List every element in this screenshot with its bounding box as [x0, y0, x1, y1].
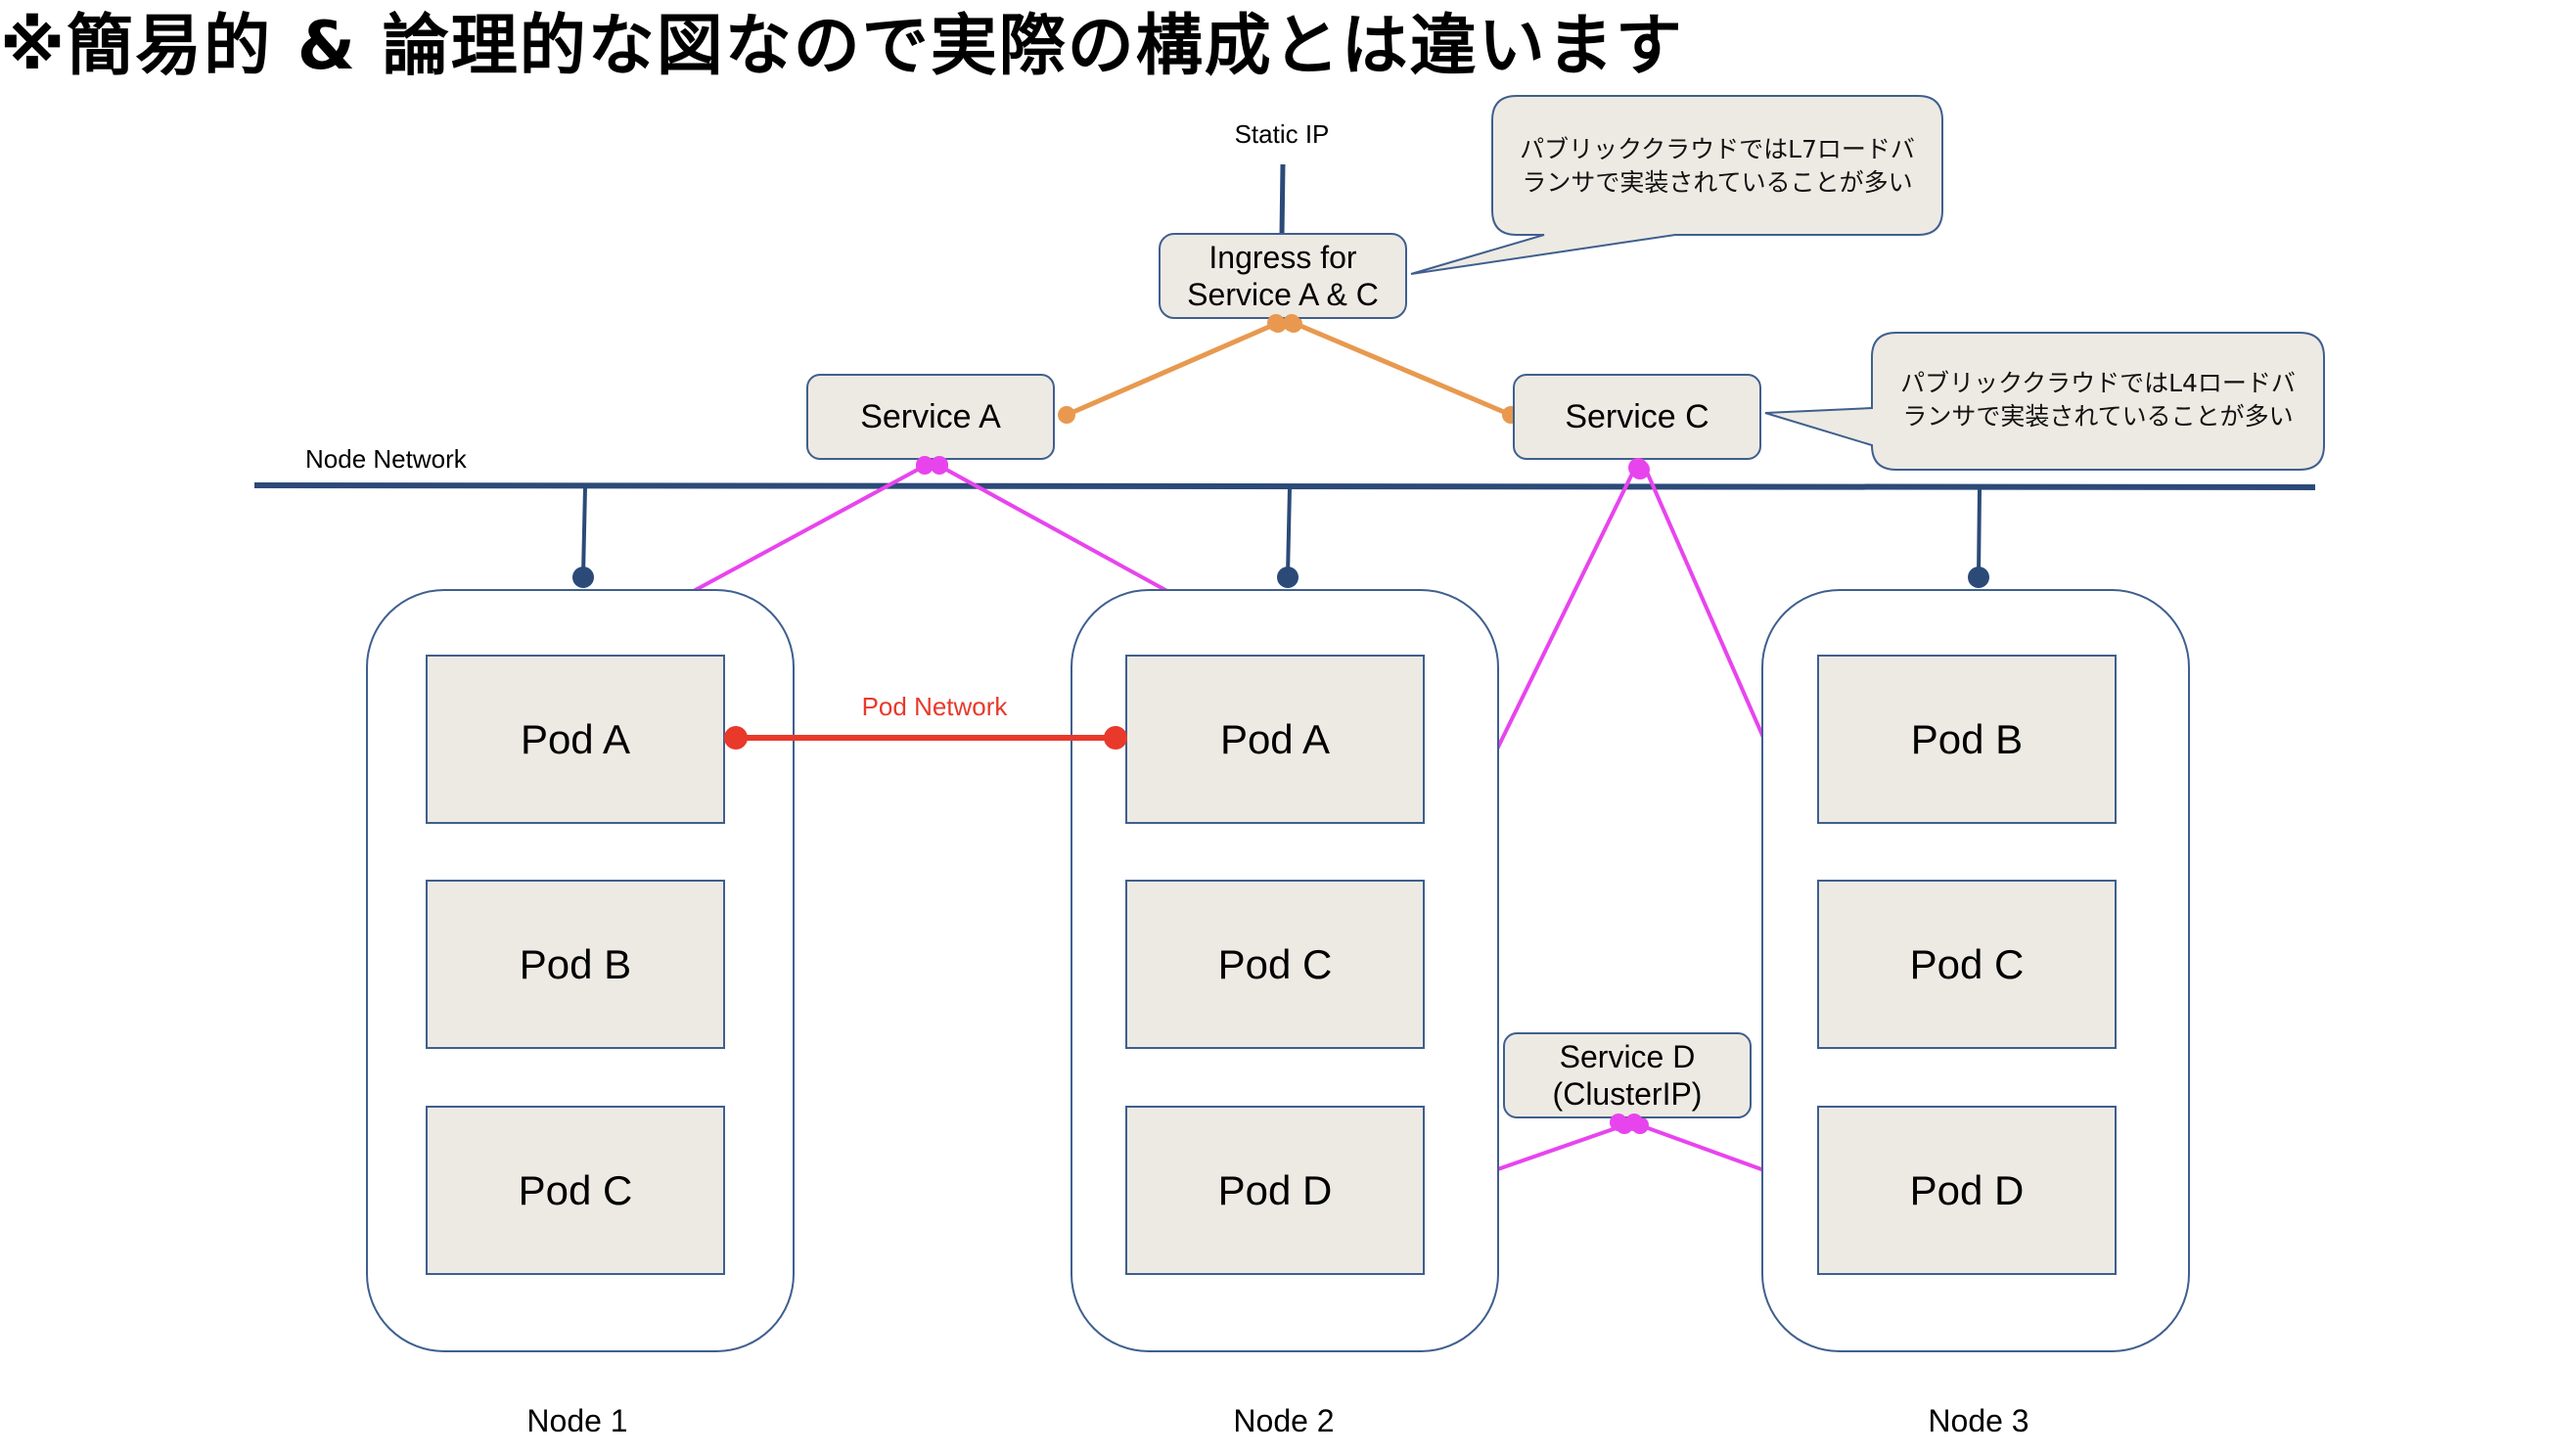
- node-1-label: Node 1: [526, 1403, 628, 1438]
- node2-uplink: [1286, 486, 1292, 576]
- node1-pod-b[interactable]: Pod B: [426, 880, 725, 1049]
- node2-pod-c[interactable]: Pod C: [1125, 880, 1425, 1049]
- pod-label: Pod A: [520, 715, 631, 762]
- callout-l4-line2: ランサで実装されていることが多い: [1902, 402, 2294, 431]
- ingress-label-line1: Ingress for: [1208, 240, 1357, 275]
- service-a-label: Service A: [860, 398, 1001, 435]
- node2-pod-a[interactable]: Pod A: [1125, 655, 1425, 824]
- node-network-label: Node Network: [305, 444, 467, 474]
- service-d-link-dot: [1616, 1116, 1633, 1134]
- service-d-label-line2: (ClusterIP): [1552, 1076, 1703, 1112]
- service-a-ingress-dot: [1058, 406, 1075, 424]
- node3-uplink: [1977, 488, 1982, 576]
- pod-label: Pod B: [1910, 715, 2024, 762]
- service-c-link-dot: [1630, 460, 1650, 479]
- callout-l4-line1: パブリッククラウドではL4ロードバ: [1900, 369, 2296, 397]
- node-2-label: Node 2: [1233, 1403, 1335, 1438]
- service-c-label: Service C: [1565, 398, 1709, 435]
- pod-label: Pod C: [518, 1166, 633, 1213]
- node1-uplink: [581, 486, 587, 576]
- node2-port-dot: [1277, 567, 1299, 588]
- ingress-to-service-a-link: [1066, 320, 1279, 418]
- service-d-box[interactable]: Service D (ClusterIP): [1503, 1032, 1752, 1118]
- pod-label: Pod D: [1909, 1166, 2025, 1213]
- static-ip-label: Static IP: [1234, 119, 1330, 149]
- static-ip-line: [1279, 163, 1286, 236]
- pod-label: Pod C: [1909, 940, 2025, 987]
- pod-network-label: Pod Network: [861, 692, 1008, 721]
- node-network-bus[interactable]: [253, 482, 2316, 490]
- ingress-to-service-c-link: [1293, 320, 1512, 418]
- pod-label: Pod D: [1217, 1166, 1333, 1213]
- node3-pod-b[interactable]: Pod B: [1817, 655, 2117, 824]
- pod-label: Pod B: [519, 940, 632, 987]
- callout-l7-text: パブリッククラウドではL7ロードバ ランサで実装されていることが多い: [1499, 133, 1936, 200]
- node3-port-dot: [1968, 567, 1989, 588]
- ingress-label-line2: Service A & C: [1187, 277, 1379, 312]
- service-a-box[interactable]: Service A: [806, 374, 1055, 460]
- service-d-link-dot: [1631, 1116, 1649, 1134]
- callout-l7-line1: パブリッククラウドではL7ロードバ: [1520, 135, 1915, 163]
- service-d-label-line1: Service D: [1559, 1039, 1696, 1074]
- node1-pod-c[interactable]: Pod C: [426, 1106, 725, 1275]
- node2-pod-d[interactable]: Pod D: [1125, 1106, 1425, 1275]
- pod-label: Pod C: [1217, 940, 1333, 987]
- callout-l7-line2: ランサで実装されていることが多い: [1522, 168, 1913, 197]
- node3-pod-d[interactable]: Pod D: [1817, 1106, 2117, 1275]
- node1-pod-a[interactable]: Pod A: [426, 655, 725, 824]
- service-c-box[interactable]: Service C: [1513, 374, 1761, 460]
- node1-port-dot: [572, 567, 594, 588]
- node3-pod-c[interactable]: Pod C: [1817, 880, 2117, 1049]
- pod-label: Pod A: [1219, 715, 1331, 762]
- ingress-box[interactable]: Ingress for Service A & C: [1159, 233, 1407, 319]
- callout-l4-text: パブリッククラウドではL4ロードバ ランサで実装されていることが多い: [1879, 367, 2317, 433]
- node-3-label: Node 3: [1928, 1403, 2029, 1438]
